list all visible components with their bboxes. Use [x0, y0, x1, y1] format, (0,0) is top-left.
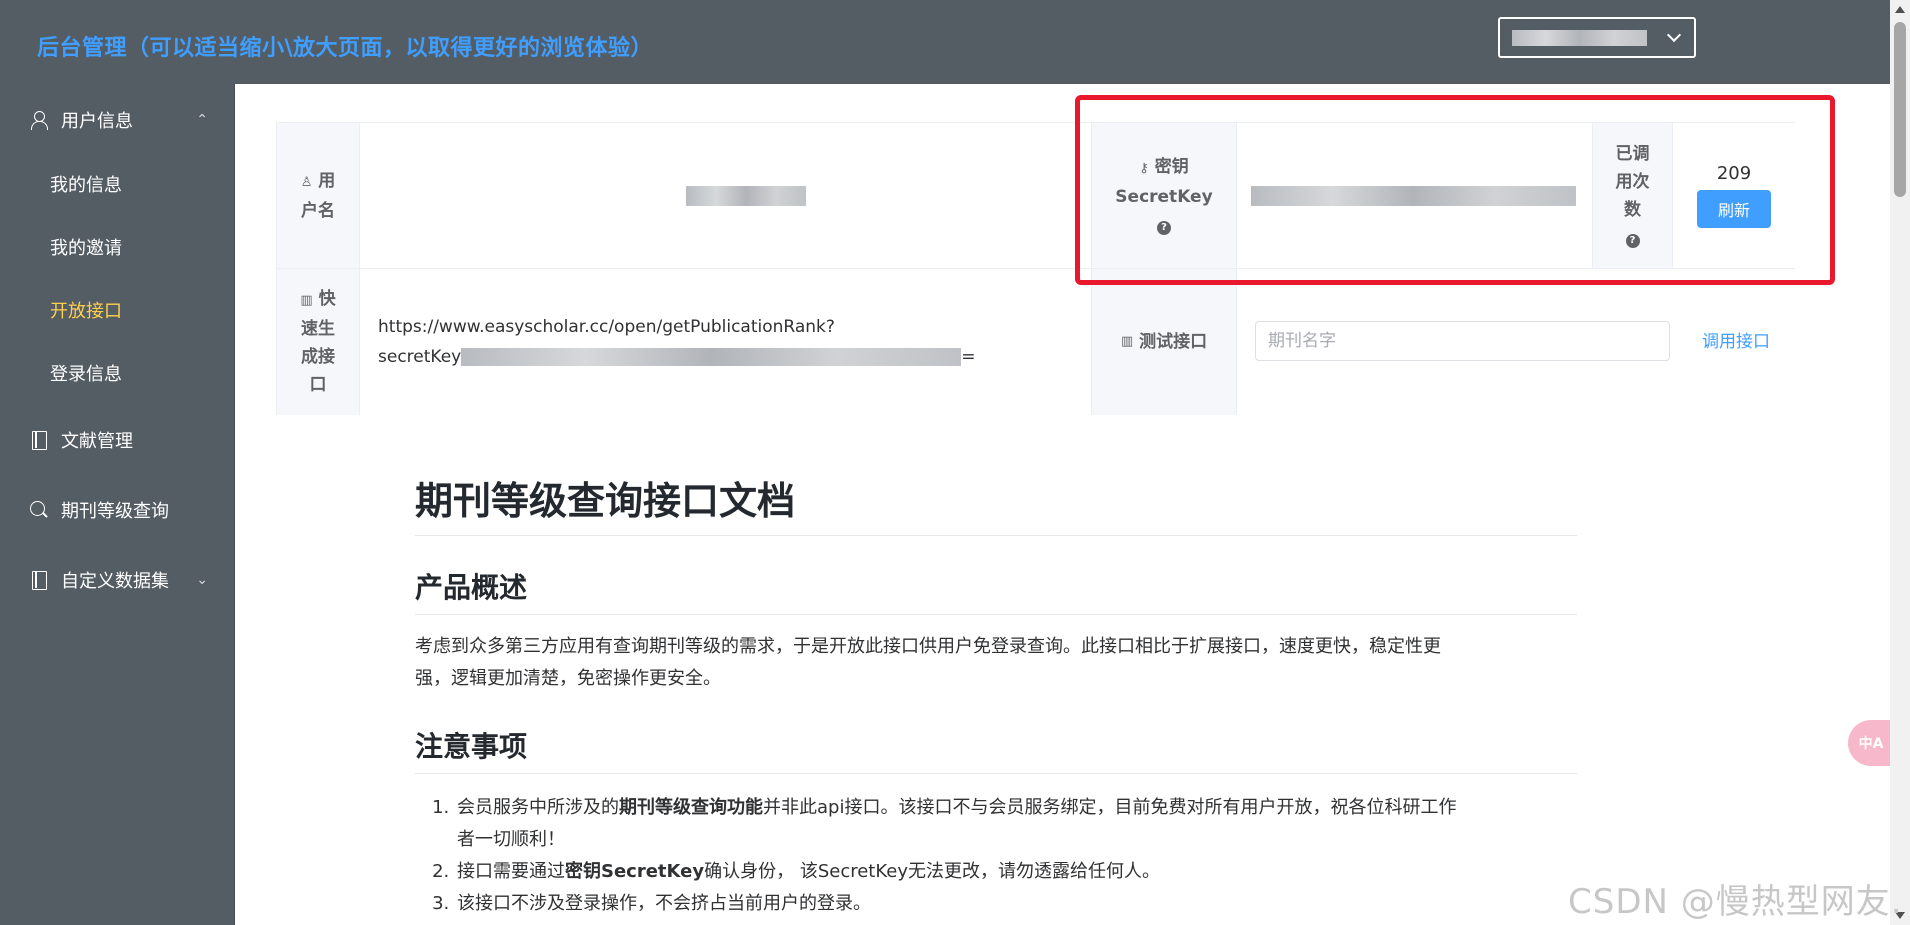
sidebar-item-login-info[interactable]: 登录信息 — [0, 345, 235, 401]
blurred-secret-key — [1251, 185, 1576, 206]
sidebar-item-label: 文献管理 — [61, 431, 133, 452]
label-text: 密钥 — [1154, 156, 1189, 177]
list-item: 会员服务中所涉及的期刊等级查询功能并非此api接口。该接口不与会员服务绑定，目前… — [455, 792, 1577, 856]
quick-generate-label: ▥ 快 速生 成接 口 — [277, 269, 360, 415]
user-dropdown[interactable] — [1498, 17, 1696, 58]
page-title: 后台管理（可以适当缩小\放大页面，以取得更好的浏览体验） — [37, 36, 654, 61]
user-icon: ♙ — [300, 174, 313, 190]
note-text: 并非此api接口。该接口不与会员服务绑定，目前免费对所有用户开放，祝各位科研工作 — [763, 797, 1457, 818]
chevron-up-icon: ⌃ — [196, 112, 208, 128]
label-text: 快 — [318, 289, 336, 309]
document-icon — [29, 570, 49, 590]
note-text: 会员服务中所涉及的 — [457, 797, 619, 818]
sidebar-item-label: 用户信息 — [61, 111, 133, 132]
sidebar-item-label: 自定义数据集 — [61, 571, 169, 592]
refresh-button[interactable]: 刷新 — [1697, 190, 1771, 228]
label-text: 已调 — [1615, 143, 1650, 164]
call-api-link[interactable]: 调用接口 — [1702, 327, 1770, 352]
journal-name-input[interactable] — [1255, 321, 1670, 361]
overview-text-line: 考虑到众多第三方应用有查询期刊等级的需求，于是开放此接口供用户免登录查询。此接口… — [415, 636, 1441, 657]
sidebar-item-my-info[interactable]: 我的信息 — [0, 156, 235, 212]
quick-url-prefix: secretKey — [378, 347, 462, 367]
api-info-table: ♙ 用 户名 ⚷ 密钥 SecretKey ? 已调 用次 数 ? 209 刷新… — [276, 122, 1795, 415]
api-documentation: 期刊等级查询接口文档 产品概述 考虑到众多第三方应用有查询期刊等级的需求，于是开… — [415, 470, 1577, 920]
scroll-up-icon[interactable] — [1895, 6, 1905, 13]
label-text: 用次 — [1615, 171, 1650, 192]
note-bold: 密钥SecretKey — [565, 861, 705, 882]
sidebar: 用户信息 ⌃ 我的信息 我的邀请 开放接口 登录信息 文献管理 期刊等级查询 自… — [0, 84, 235, 925]
label-text: SecretKey — [1115, 186, 1213, 207]
top-header: 后台管理（可以适当缩小\放大页面，以取得更好的浏览体验） — [0, 0, 1890, 84]
translate-float-button[interactable]: 中A — [1848, 720, 1894, 766]
test-api-label: ▥ 测试接口 — [1092, 269, 1237, 415]
note-text: 该接口不涉及登录操作，不会挤占当前用户的登录。 — [457, 893, 871, 914]
notes-list: 会员服务中所涉及的期刊等级查询功能并非此api接口。该接口不与会员服务绑定，目前… — [415, 792, 1577, 920]
blurred-username — [685, 185, 806, 206]
overview-text: 考虑到众多第三方应用有查询期刊等级的需求，于是开放此接口供用户免登录查询。此接口… — [415, 631, 1577, 695]
page-scrollbar[interactable] — [1890, 0, 1910, 925]
blurred-secret-key — [461, 348, 962, 366]
blurred-username — [1512, 29, 1647, 46]
notes-heading: 注意事项 — [415, 725, 1577, 774]
note-text: 接口需要通过 — [457, 861, 565, 882]
chevron-down-icon: ⌄ — [196, 572, 208, 588]
note-text: 确认身份， 该SecretKey无法更改，请勿透露给任何人。 — [704, 861, 1160, 882]
label-text: 成接 — [301, 347, 335, 367]
list-item: 接口需要通过密钥SecretKey确认身份， 该SecretKey无法更改，请勿… — [455, 856, 1577, 888]
note-bold: 期刊等级查询功能 — [619, 797, 763, 818]
secret-key-label: ⚷ 密钥 SecretKey ? — [1092, 123, 1237, 269]
call-count-number: 209 — [1716, 163, 1752, 184]
quick-url-line: secretKey = — [378, 342, 975, 372]
csdn-watermark: CSDN @慢热型网友. — [1568, 882, 1903, 922]
label-text: 速生 — [301, 319, 335, 339]
building-icon: ▥ — [300, 293, 313, 308]
secret-key-value — [1237, 123, 1593, 269]
label-text: 测试接口 — [1139, 332, 1208, 352]
quick-url-suffix: = — [961, 347, 976, 367]
sidebar-item-user-info[interactable]: 用户信息 ⌃ — [0, 92, 235, 148]
sidebar-item-open-api[interactable]: 开放接口 — [0, 282, 235, 338]
key-icon: ⚷ — [1139, 160, 1149, 176]
overview-heading: 产品概述 — [415, 566, 1577, 615]
main-content: ♙ 用 户名 ⚷ 密钥 SecretKey ? 已调 用次 数 ? 209 刷新… — [236, 84, 1890, 925]
building-icon: ▥ — [1120, 334, 1134, 349]
document-icon — [29, 430, 49, 450]
call-count-label: 已调 用次 数 ? — [1593, 123, 1673, 269]
chevron-down-icon — [1666, 27, 1682, 42]
user-icon — [29, 110, 49, 130]
help-icon[interactable]: ? — [1625, 233, 1640, 248]
help-icon[interactable]: ? — [1157, 220, 1171, 235]
app-window: 后台管理（可以适当缩小\放大页面，以取得更好的浏览体验） 用户信息 ⌃ 我的信息… — [0, 0, 1910, 925]
overview-text-line: 强，逻辑更加清楚，免密操作更安全。 — [415, 668, 721, 689]
label-text: 数 — [1624, 199, 1641, 220]
label-text: 口 — [309, 375, 327, 395]
username-value — [360, 123, 1092, 269]
scroll-thumb[interactable] — [1894, 22, 1906, 197]
sidebar-item-journal-query[interactable]: 期刊等级查询 — [0, 482, 235, 538]
label-text: 用 — [318, 170, 336, 191]
sidebar-item-custom-dataset[interactable]: 自定义数据集 ⌄ — [0, 552, 235, 608]
username-label: ♙ 用 户名 — [277, 123, 360, 269]
sidebar-item-label: 期刊等级查询 — [61, 501, 169, 522]
doc-title: 期刊等级查询接口文档 — [415, 470, 1577, 536]
sidebar-item-literature[interactable]: 文献管理 — [0, 412, 235, 468]
quick-url-value: https://www.easyscholar.cc/open/getPubli… — [360, 269, 1092, 415]
call-count-value: 209 刷新 — [1673, 123, 1795, 269]
quick-url-line: https://www.easyscholar.cc/open/getPubli… — [378, 317, 835, 337]
label-text: 户名 — [301, 200, 335, 221]
search-icon — [29, 500, 49, 520]
sidebar-item-my-invites[interactable]: 我的邀请 — [0, 219, 235, 275]
note-text: 者一切顺利！ — [457, 829, 565, 850]
test-api-value: 调用接口 — [1237, 269, 1795, 415]
list-item: 该接口不涉及登录操作，不会挤占当前用户的登录。 — [455, 888, 1577, 920]
